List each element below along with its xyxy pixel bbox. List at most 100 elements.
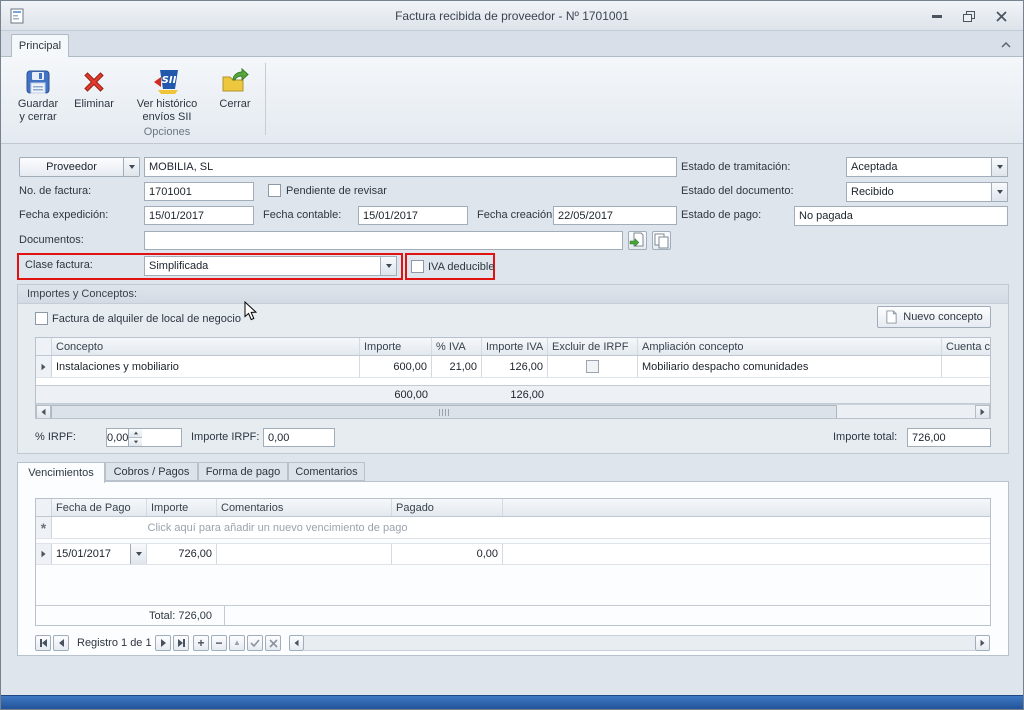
hscroll-left-button[interactable]: [289, 635, 304, 651]
scroll-left-button[interactable]: [36, 405, 51, 419]
close-button[interactable]: [991, 9, 1011, 24]
delete-button[interactable]: Eliminar: [69, 62, 119, 138]
restore-button[interactable]: [959, 9, 979, 24]
cell-comentarios[interactable]: [217, 544, 392, 564]
column-header-concepto[interactable]: Concepto: [52, 338, 360, 355]
tab-comentarios[interactable]: Comentarios: [288, 462, 365, 481]
fecha-creacion-input[interactable]: 22/05/2017: [553, 206, 677, 225]
pendiente-revisar-checkbox[interactable]: [268, 184, 281, 197]
save-and-close-button[interactable]: Guardar y cerrar: [11, 62, 65, 138]
tab-cobros-pagos[interactable]: Cobros / Pagos: [105, 462, 198, 481]
minimize-button[interactable]: [927, 9, 947, 24]
concepto-row[interactable]: Instalaciones y mobiliario 600,00 21,00 …: [36, 356, 990, 378]
scroll-right-button[interactable]: [975, 405, 990, 419]
iva-deducible-label: IVA deducible: [428, 261, 494, 273]
scroll-thumb[interactable]: [51, 405, 837, 419]
window-title: Factura recibida de proveedor - Nº 17010…: [1, 9, 1023, 23]
column-header-importe[interactable]: Importe: [147, 499, 217, 516]
irpf-label: % IRPF:: [35, 431, 76, 443]
column-header-importe[interactable]: Importe: [360, 338, 432, 355]
proveedor-dropdown-button[interactable]: Proveedor: [19, 157, 140, 177]
documentos-input[interactable]: [144, 231, 623, 250]
tab-principal[interactable]: Principal: [11, 34, 69, 57]
summary-importe: 600,00: [360, 386, 432, 403]
nav-endedit-button[interactable]: [247, 635, 263, 651]
nav-cancel-button[interactable]: [265, 635, 281, 651]
copy-document-button[interactable]: [652, 231, 671, 250]
column-header-excluir-irpf[interactable]: Excluir de IRPF: [548, 338, 638, 355]
importe-irpf-input[interactable]: 0,00: [263, 428, 335, 447]
fecha-contable-input[interactable]: 15/01/2017: [358, 206, 468, 225]
irpf-value: 0,00: [107, 432, 128, 444]
importe-irpf-value: 0,00: [268, 432, 289, 444]
new-row[interactable]: * Click aquí para añadir un nuevo vencim…: [36, 517, 990, 539]
column-header-filler: [503, 499, 990, 516]
cell-pagado[interactable]: 0,00: [392, 544, 503, 564]
hscroll-right-button[interactable]: [975, 635, 990, 651]
new-row-indicator-icon: *: [36, 517, 52, 538]
nav-prev-button[interactable]: [53, 635, 69, 651]
button-label: y cerrar: [19, 111, 56, 124]
estado-documento-combo[interactable]: Recibido: [846, 182, 1008, 202]
nav-append-button[interactable]: +: [193, 635, 209, 651]
irpf-spinner[interactable]: 0,00: [106, 428, 182, 447]
estado-tramitacion-combo[interactable]: Aceptada: [846, 157, 1008, 177]
fecha-pago-value: 15/01/2017: [52, 548, 130, 560]
cell-importe[interactable]: 726,00: [147, 544, 217, 564]
column-header-pagado[interactable]: Pagado: [392, 499, 503, 516]
dropdown-arrow-icon: [130, 544, 146, 564]
column-header-cuenta[interactable]: Cuenta co: [942, 338, 990, 355]
cell-importe-iva[interactable]: 126,00: [482, 356, 548, 377]
vencimientos-grid: Fecha de Pago Importe Comentarios Pagado…: [35, 498, 991, 626]
invoice-window: Factura recibida de proveedor - Nº 17010…: [0, 0, 1024, 710]
column-header-ampliacion[interactable]: Ampliación concepto: [638, 338, 942, 355]
grid-footer: Total: 726,00: [36, 605, 990, 625]
restore-icon: [963, 11, 975, 22]
status-bar: [1, 695, 1023, 709]
group-header: Importes y Conceptos:: [18, 285, 1008, 304]
excluir-irpf-checkbox[interactable]: [586, 360, 599, 373]
clase-factura-label: Clase factura:: [25, 259, 93, 271]
nav-last-button[interactable]: [173, 635, 189, 651]
cell-ampliacion[interactable]: Mobiliario despacho comunidades: [638, 356, 942, 377]
nuevo-concepto-button[interactable]: Nuevo concepto: [877, 306, 991, 328]
column-header-comentarios[interactable]: Comentarios: [217, 499, 392, 516]
nuevo-concepto-label: Nuevo concepto: [903, 311, 983, 323]
nav-first-button[interactable]: [35, 635, 51, 651]
cell-fecha-pago-combo[interactable]: 15/01/2017: [52, 544, 147, 564]
conceptos-hscrollbar[interactable]: [36, 404, 990, 419]
clase-factura-combo[interactable]: Simplificada: [144, 256, 397, 276]
mouse-cursor: [244, 301, 257, 326]
column-header-pct-iva[interactable]: % IVA: [432, 338, 482, 355]
collapse-ribbon-button[interactable]: [997, 38, 1015, 52]
cell-concepto[interactable]: Instalaciones y mobiliario: [52, 356, 360, 377]
clase-factura-value: Simplificada: [145, 260, 380, 272]
nav-edit-button[interactable]: ▲: [229, 635, 245, 651]
attach-document-icon: [629, 232, 646, 249]
cell-pct-iva[interactable]: 21,00: [432, 356, 482, 377]
cell-excluir-irpf[interactable]: [548, 356, 638, 377]
cell-filler: [503, 544, 990, 564]
new-row-hint[interactable]: Click aquí para añadir un nuevo vencimie…: [52, 517, 503, 538]
fecha-creacion-value: 22/05/2017: [558, 210, 613, 222]
alquiler-checkbox[interactable]: [35, 312, 48, 325]
column-header-fecha-pago[interactable]: Fecha de Pago: [52, 499, 147, 516]
vencimiento-row[interactable]: 15/01/2017 726,00 0,00: [36, 543, 990, 565]
cell-importe[interactable]: 600,00: [360, 356, 432, 377]
column-header-importe-iva[interactable]: Importe IVA: [482, 338, 548, 355]
tab-forma-de-pago[interactable]: Forma de pago: [198, 462, 288, 481]
attach-document-button[interactable]: [628, 231, 647, 250]
no-factura-input[interactable]: 1701001: [144, 182, 254, 201]
documentos-label: Documentos:: [19, 234, 84, 246]
hscroll-track[interactable]: [304, 635, 975, 651]
proveedor-input[interactable]: MOBILIA, SL: [144, 157, 677, 177]
iva-deducible-checkbox[interactable]: [411, 260, 424, 273]
fecha-expedicion-input[interactable]: 15/01/2017: [144, 206, 254, 225]
tab-vencimientos[interactable]: Vencimientos: [17, 462, 105, 483]
close-form-button[interactable]: Cerrar: [211, 62, 259, 138]
cell-cuenta[interactable]: [942, 356, 990, 377]
nav-next-button[interactable]: [155, 635, 171, 651]
nav-delete-button[interactable]: −: [211, 635, 227, 651]
spin-buttons[interactable]: [128, 429, 142, 446]
conceptos-summary-row: 600,00 126,00: [36, 385, 990, 404]
